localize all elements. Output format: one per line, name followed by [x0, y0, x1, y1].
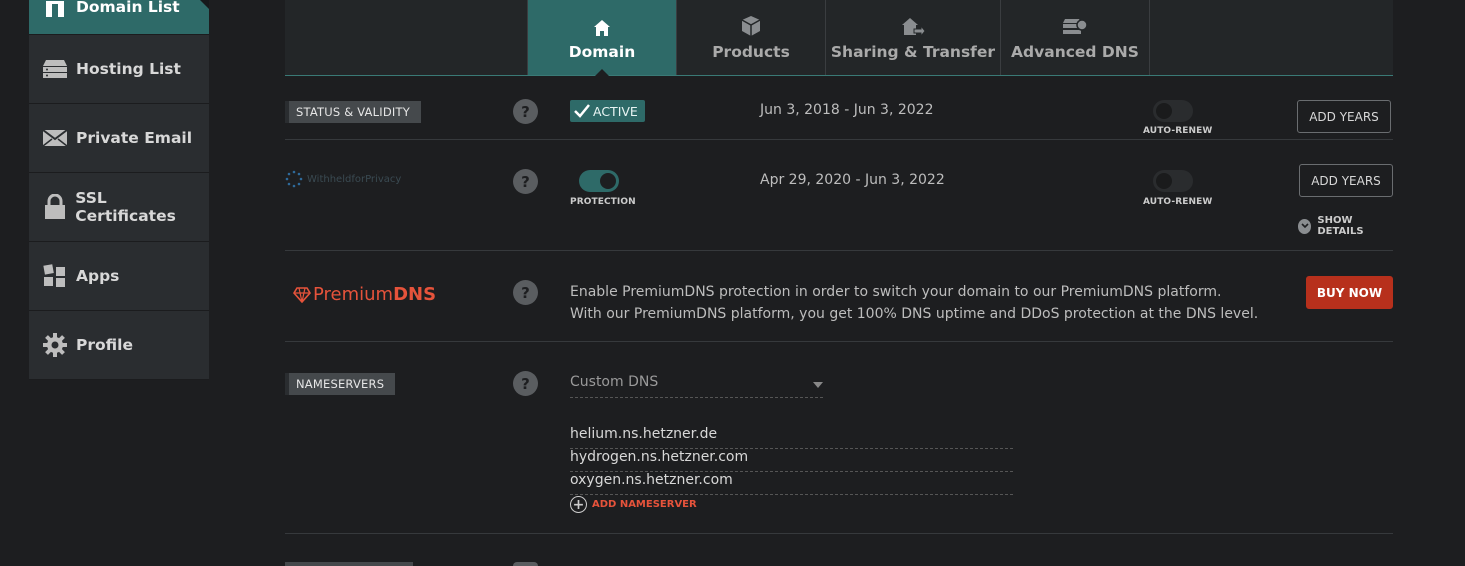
sidebar-item-label: Profile: [76, 336, 133, 354]
sidebar-item-label: Hosting List: [76, 60, 181, 78]
status-badge-label: ACTIVE: [593, 103, 638, 119]
privacy-auto-renew-toggle[interactable]: [1153, 170, 1193, 192]
tab-sharing-transfer[interactable]: Sharing & Transfer: [826, 0, 1001, 75]
sidebar-item-label: Domain List: [76, 0, 180, 16]
sidebar-item-label: SSL Certificates: [75, 189, 176, 225]
domain-icon: [42, 0, 68, 19]
add-nameserver-label: ADD NAMESERVER: [592, 499, 697, 510]
help-icon-partial: [513, 562, 538, 566]
premium-brand-b: DNS: [393, 284, 437, 305]
privacy-row: WithheldforPrivacy ? PROTECTION Apr 29, …: [285, 140, 1393, 251]
sidebar-item-ssl-certificates[interactable]: SSL Certificates: [29, 173, 209, 242]
privacy-add-years-button[interactable]: ADD YEARS: [1299, 164, 1393, 197]
sidebar-item-apps[interactable]: Apps: [29, 242, 209, 311]
help-icon[interactable]: ?: [513, 169, 538, 194]
privacy-brand: WithheldforPrivacy: [285, 170, 401, 188]
diamond-icon: [293, 286, 311, 303]
sidebar-item-label: Apps: [76, 267, 120, 285]
auto-renew-label: AUTO-RENEW: [1143, 126, 1213, 136]
privacy-brand-text: WithheldforPrivacy: [307, 173, 402, 185]
dns-server-icon: [1062, 15, 1088, 37]
nameservers-row: NAMESERVERS ? Custom DNS helium.ns.hetzn…: [285, 342, 1393, 534]
help-icon[interactable]: ?: [513, 99, 538, 124]
tab-label: Advanced DNS: [1011, 42, 1139, 61]
validity-dates: Jun 3, 2018 - Jun 3, 2022: [760, 102, 934, 118]
nameserver-type-select[interactable]: Custom DNS: [570, 374, 823, 398]
server-icon: [42, 57, 68, 81]
privacy-dates: Apr 29, 2020 - Jun 3, 2022: [760, 172, 945, 188]
nameserver-input-2[interactable]: hydrogen.ns.hetzner.com: [570, 449, 1013, 472]
nameserver-input-3[interactable]: oxygen.ns.hetzner.com: [570, 472, 1013, 495]
tab-advanced-dns[interactable]: Advanced DNS: [1001, 0, 1150, 75]
help-icon[interactable]: ?: [513, 280, 538, 305]
envelope-icon: [42, 126, 68, 150]
tab-label: Domain: [568, 42, 636, 61]
caret-down-icon: [813, 382, 823, 388]
box-icon: [740, 15, 762, 37]
auto-renew-toggle[interactable]: [1153, 100, 1193, 122]
home-icon: [593, 15, 611, 37]
check-icon: [574, 104, 590, 118]
premium-dns-brand: Premium DNS: [293, 284, 436, 305]
status-validity-tag: STATUS & VALIDITY: [285, 101, 421, 123]
premium-description-line-2: With our PremiumDNS platform, you get 10…: [570, 306, 1259, 322]
show-details-label: SHOW DETAILS: [1317, 215, 1364, 237]
plus-icon: +: [570, 496, 587, 513]
chevron-down-icon: [1298, 218, 1312, 234]
apps-icon: [42, 264, 68, 288]
lock-icon: [42, 194, 67, 219]
sidebar-item-hosting-list[interactable]: Hosting List: [29, 35, 209, 104]
nameserver-input-1[interactable]: helium.ns.hetzner.de: [570, 426, 1013, 449]
status-badge: ACTIVE: [570, 100, 645, 122]
next-row-tag-partial: [285, 562, 413, 566]
tab-label: Sharing & Transfer: [830, 42, 996, 61]
help-icon[interactable]: ?: [513, 371, 538, 396]
premium-dns-row: Premium DNS ? Enable PremiumDNS protectio…: [285, 251, 1393, 342]
sidebar: Domain List Hosting List Private Email S…: [29, 0, 209, 380]
sidebar-item-label: Private Email: [76, 129, 193, 147]
premium-brand-a: Premium: [313, 284, 394, 305]
tab-bar: Domain Products Sharing & Transfer Advan…: [285, 0, 1393, 76]
protection-toggle[interactable]: [579, 170, 619, 192]
tab-domain[interactable]: Domain: [527, 0, 677, 76]
nameservers-tag: NAMESERVERS: [285, 373, 396, 395]
auto-renew-label: AUTO-RENEW: [1143, 197, 1213, 207]
buy-now-button[interactable]: BUY NOW: [1306, 276, 1393, 309]
nameserver-type-value: Custom DNS: [570, 374, 659, 390]
add-years-button[interactable]: ADD YEARS: [1297, 100, 1391, 133]
status-validity-row: STATUS & VALIDITY ? ACTIVE Jun 3, 2018 -…: [285, 76, 1393, 140]
premium-description-line-1: Enable PremiumDNS protection in order to…: [570, 284, 1222, 300]
tab-label: Products: [712, 42, 790, 61]
tab-products[interactable]: Products: [677, 0, 826, 75]
show-details-toggle[interactable]: SHOW DETAILS: [1298, 215, 1393, 237]
privacy-logo-icon: [285, 170, 303, 188]
gear-icon: [42, 333, 68, 357]
sidebar-item-private-email[interactable]: Private Email: [29, 104, 209, 173]
protection-label: PROTECTION: [570, 197, 636, 207]
sidebar-item-profile[interactable]: Profile: [29, 311, 209, 380]
sidebar-item-domain-list[interactable]: Domain List: [29, 0, 209, 35]
transfer-icon: [901, 15, 925, 37]
add-nameserver-button[interactable]: + ADD NAMESERVER: [570, 496, 697, 513]
